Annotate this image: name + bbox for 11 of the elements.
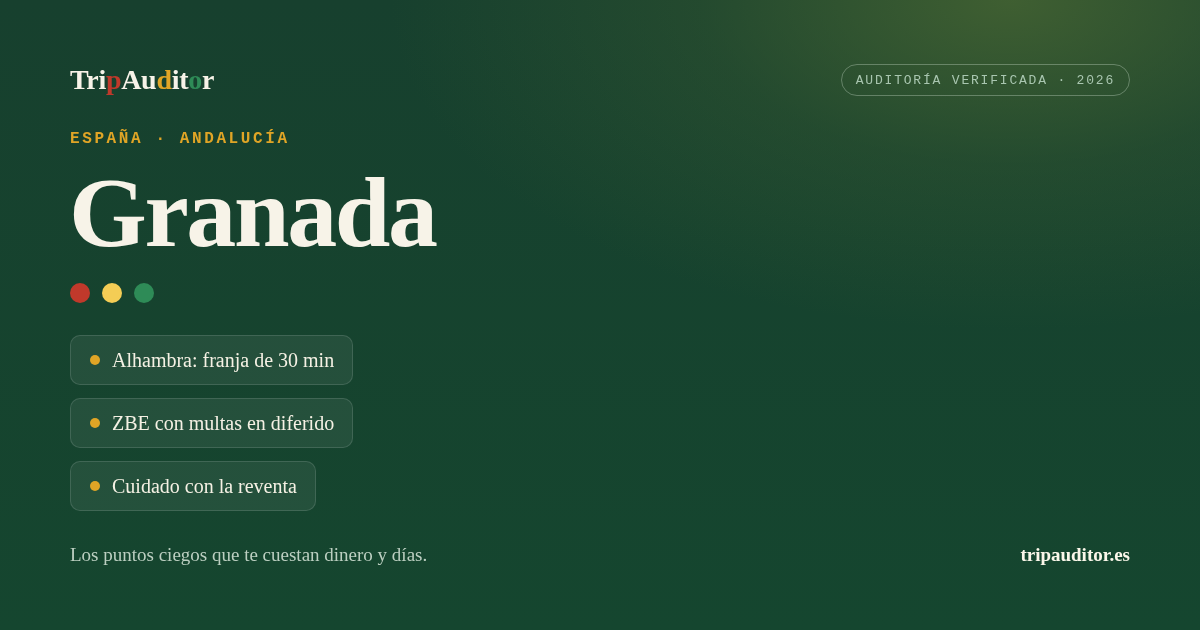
- bullet-icon: [90, 481, 100, 491]
- domain-text: tripauditor.es: [1020, 543, 1130, 567]
- region-label: ESPAÑA · ANDALUCÍA: [70, 129, 290, 149]
- bullet-icon: [90, 418, 100, 428]
- tagline-text: Los puntos ciegos que te cuestan dinero y días.: [70, 543, 428, 567]
- fact-text: ZBE con multas en diferido: [112, 411, 335, 435]
- city-title: Granada: [69, 163, 436, 263]
- bullet-icon: [90, 355, 100, 365]
- logo-wordmark: TripAuditor: [70, 64, 215, 96]
- fact-text: Alhambra: franja de 30 min: [112, 348, 335, 372]
- fact-text: Cuidado con la reventa: [112, 474, 297, 498]
